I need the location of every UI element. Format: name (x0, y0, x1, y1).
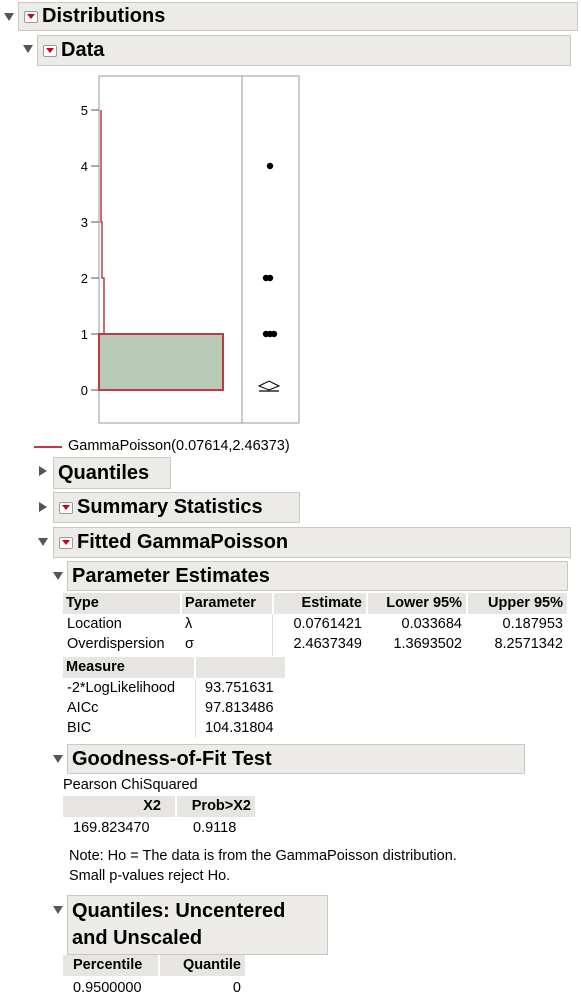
quantiles-uncentered-title-line1: Quantiles: Uncentered (72, 900, 286, 922)
param-col-upper95: Upper 95% (468, 593, 567, 614)
param-row1-parameter: λ (185, 616, 193, 632)
red-triangle-menu-icon[interactable] (24, 10, 38, 23)
parameter-estimates-header[interactable]: Parameter Estimates (67, 561, 568, 591)
measure-row2-value: 97.813486 (205, 700, 274, 716)
collapse-data-icon[interactable] (23, 45, 33, 53)
distributions-title: Distributions (42, 5, 166, 27)
param-col-type: Type (63, 593, 180, 614)
data-point (266, 274, 274, 282)
red-triangle-menu-icon[interactable] (59, 536, 73, 549)
gof-note-line2: Small p-values reject Ho. (69, 868, 231, 884)
param-row1-upper95: 0.187953 (502, 616, 563, 632)
gof-prob-value: 0.9118 (193, 820, 237, 836)
measure-row2-label: AICc (67, 700, 99, 716)
quantile-col-percentile: Percentile (63, 955, 158, 976)
legend-swatch (34, 446, 62, 448)
param-row2-estimate: 2.4637349 (293, 636, 362, 652)
fitted-gammapoisson-title: Fitted GammaPoisson (77, 531, 289, 553)
summary-statistics-header[interactable]: Summary Statistics (53, 492, 300, 523)
param-col-estimate: Estimate (274, 593, 366, 614)
quantiles-header[interactable]: Quantiles (53, 457, 171, 489)
collapse-gof-icon[interactable] (53, 755, 63, 763)
param-row2-upper95: 8.2571342 (494, 636, 563, 652)
y-tick-label: 1 (81, 327, 88, 342)
measure-row1-label: -2*LogLikelihood (67, 680, 176, 696)
gof-header[interactable]: Goodness-of-Fit Test (67, 744, 525, 774)
summary-statistics-title: Summary Statistics (77, 496, 263, 518)
distributions-header[interactable]: Distributions (18, 2, 578, 31)
param-row1-estimate: 0.0761421 (293, 616, 362, 632)
gof-note-line1: Note: Ho = The data is from the GammaPoi… (69, 848, 457, 864)
quantiles-uncentered-title-line2: and Unscaled (72, 927, 203, 949)
param-separator-right (274, 614, 567, 615)
param-row2-lower95: 1.3693502 (393, 636, 462, 652)
data-point (270, 330, 278, 338)
gof-col-x2: X2 (63, 796, 175, 817)
histogram-chart: 0 1 2 3 4 5 (81, 75, 300, 424)
data-point (266, 162, 274, 170)
data-header[interactable]: Data (37, 35, 571, 66)
collapse-distributions-icon[interactable] (4, 13, 14, 21)
parameter-estimates-title: Parameter Estimates (72, 564, 270, 587)
measure-row1-value: 93.751631 (205, 680, 274, 696)
measure-separator (195, 678, 196, 738)
expand-summary-statistics-icon[interactable] (39, 502, 47, 512)
quantile-row1-quantile: 0 (232, 980, 241, 996)
param-row2-parameter: σ (185, 636, 194, 652)
measure-col-value-header (196, 657, 285, 678)
collapse-quantiles-uncentered-icon[interactable] (53, 906, 63, 914)
measure-row3-value: 104.31804 (205, 720, 274, 736)
param-row2-type: Overdispersion (67, 636, 165, 652)
quantiles-title: Quantiles (58, 461, 150, 484)
y-tick-label: 5 (81, 103, 88, 118)
data-title: Data (61, 39, 105, 61)
measure-col-header: Measure (63, 657, 194, 678)
red-triangle-menu-icon[interactable] (59, 501, 73, 514)
points-frame (241, 75, 300, 424)
param-row1-lower95: 0.033684 (401, 616, 462, 632)
param-col-lower95: Lower 95% (368, 593, 466, 614)
measure-row3-label: BIC (67, 720, 92, 736)
y-tick-label: 4 (81, 159, 88, 174)
quantile-row1-percentile: 0.9500000 (73, 980, 142, 996)
y-tick-label: 2 (81, 271, 88, 286)
gof-title: Goodness-of-Fit Test (72, 747, 272, 770)
gof-test-name: Pearson ChiSquared (63, 777, 198, 793)
param-row1-type: Location (67, 616, 122, 632)
param-col-parameter: Parameter (182, 593, 272, 614)
collapse-parameter-estimates-icon[interactable] (53, 572, 63, 580)
legend-label: GammaPoisson(0.07614,2.46373) (68, 438, 290, 454)
gof-x2-value: 169.823470 (73, 820, 150, 836)
collapse-fitted-icon[interactable] (38, 538, 48, 546)
quantile-col-quantile: Quantile (160, 955, 245, 976)
histogram-bar (98, 333, 224, 391)
expand-quantiles-icon[interactable] (39, 466, 47, 476)
fitted-gammapoisson-header[interactable]: Fitted GammaPoisson (53, 527, 571, 558)
red-triangle-menu-icon[interactable] (43, 44, 57, 57)
param-separator (272, 614, 273, 656)
y-tick-label: 0 (81, 383, 88, 398)
gof-col-prob: Prob>X2 (177, 796, 255, 817)
y-tick-label: 3 (81, 215, 88, 230)
quantiles-uncentered-header[interactable]: Quantiles: Uncentered and Unscaled (67, 895, 328, 955)
